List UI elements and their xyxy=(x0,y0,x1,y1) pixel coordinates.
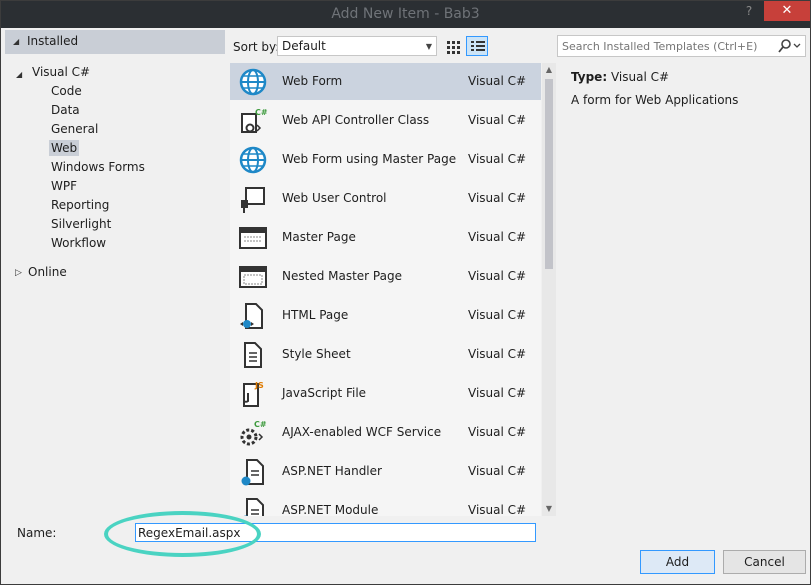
globe-icon xyxy=(239,68,267,96)
tree-item-data[interactable]: Data xyxy=(51,101,80,120)
user-control-icon xyxy=(241,187,265,213)
tree-item-installed[interactable]: Installed xyxy=(27,32,78,51)
list-item[interactable]: Web Form Visual C# xyxy=(230,63,541,100)
expand-arrow-icon[interactable]: ▷ xyxy=(15,268,22,278)
sort-label: Sort by: xyxy=(233,40,280,54)
tree-item-web[interactable]: Web xyxy=(49,139,80,158)
list-item[interactable]: Master Page Visual C# xyxy=(230,219,541,256)
template-description: A form for Web Applications xyxy=(571,93,739,107)
item-name: Web API Controller Class xyxy=(282,113,430,127)
item-name: JavaScript File xyxy=(282,386,367,400)
add-new-item-dialog: Add New Item - Bab3 ? ✕ ◢ Installed ◢ Vi… xyxy=(0,0,811,585)
collapse-arrow-icon[interactable]: ◢ xyxy=(13,37,19,46)
template-tree: ◢ Installed ◢ Visual C# Code Data Genera… xyxy=(5,30,225,516)
item-language: Visual C# xyxy=(468,230,527,244)
svg-text:C#: C# xyxy=(254,420,267,429)
search-icon[interactable] xyxy=(777,38,803,54)
name-label: Name: xyxy=(17,526,57,540)
tree-item-code[interactable]: Code xyxy=(51,82,82,101)
list-item[interactable]: ASP.NET Module Visual C# xyxy=(230,492,541,516)
item-language: Visual C# xyxy=(468,113,527,127)
list-scrollbar[interactable]: ▲ ▼ xyxy=(542,63,556,516)
item-name: Master Page xyxy=(282,230,356,244)
item-name: Style Sheet xyxy=(282,347,351,361)
master-page-icon xyxy=(239,227,267,249)
style-sheet-icon xyxy=(244,342,262,368)
javascript-file-icon: JS xyxy=(243,381,264,407)
item-name: ASP.NET Handler xyxy=(282,464,382,478)
close-button[interactable]: ✕ xyxy=(764,1,810,21)
search-box xyxy=(557,35,806,57)
sort-dropdown[interactable]: Default ▼ xyxy=(277,36,437,56)
list-item[interactable]: Style Sheet Visual C# xyxy=(230,336,541,373)
type-line: Type: Visual C# xyxy=(571,70,669,84)
scroll-down-icon[interactable]: ▼ xyxy=(542,502,556,516)
list-item[interactable]: ASP.NET Handler Visual C# xyxy=(230,453,541,490)
sort-bar: Sort by: Default ▼ xyxy=(229,32,549,60)
list-item[interactable]: Web User Control Visual C# xyxy=(230,180,541,217)
handler-icon xyxy=(241,459,264,486)
item-language: Visual C# xyxy=(468,464,527,478)
item-language: Visual C# xyxy=(468,425,527,439)
tree-header-installed[interactable]: ◢ Installed xyxy=(5,30,225,54)
sort-value: Default xyxy=(282,39,326,53)
item-name: Web User Control xyxy=(282,191,387,205)
item-name: Nested Master Page xyxy=(282,269,402,283)
module-icon xyxy=(243,498,264,516)
tree-item-silverlight[interactable]: Silverlight xyxy=(51,215,111,234)
item-name: AJAX-enabled WCF Service xyxy=(282,425,442,439)
type-label: Type: xyxy=(571,70,608,84)
template-list: Web Form Visual C# C# Web API Controller… xyxy=(230,63,541,516)
cancel-button[interactable]: Cancel xyxy=(723,550,806,574)
item-language: Visual C# xyxy=(468,269,527,283)
svg-text:JS: JS xyxy=(254,381,264,390)
list-item[interactable]: HTML Page Visual C# xyxy=(230,297,541,334)
list-item[interactable]: JS JavaScript File Visual C# xyxy=(230,375,541,412)
tree-item-visual-cs[interactable]: Visual C# xyxy=(32,63,90,82)
globe-icon xyxy=(239,146,267,174)
tree-item-wpf[interactable]: WPF xyxy=(51,177,77,196)
svg-text:C#: C# xyxy=(255,108,268,117)
wcf-service-icon: C# xyxy=(240,420,267,446)
item-name: Web Form xyxy=(282,74,343,88)
details-pane: Type: Visual C# A form for Web Applicati… xyxy=(558,63,808,516)
search-input[interactable] xyxy=(562,38,772,54)
grid-view-button[interactable] xyxy=(441,36,463,56)
add-button[interactable]: Add xyxy=(640,550,715,574)
tree-item-online[interactable]: Online xyxy=(28,263,67,282)
tree-item-workflow[interactable]: Workflow xyxy=(51,234,106,253)
item-language: Visual C# xyxy=(468,152,527,166)
item-name: Web Form using Master Page xyxy=(282,152,457,166)
item-language: Visual C# xyxy=(468,347,527,361)
item-language: Visual C# xyxy=(468,503,527,516)
scroll-up-icon[interactable]: ▲ xyxy=(542,63,556,77)
item-language: Visual C# xyxy=(468,191,527,205)
list-item[interactable]: Nested Master Page Visual C# xyxy=(230,258,541,295)
collapse-arrow-icon[interactable]: ◢ xyxy=(16,70,22,79)
tree-item-general[interactable]: General xyxy=(51,120,98,139)
html-page-icon xyxy=(240,303,263,329)
list-view-button[interactable] xyxy=(466,36,488,56)
type-value: Visual C# xyxy=(610,70,670,84)
item-name: ASP.NET Module xyxy=(282,503,379,516)
item-language: Visual C# xyxy=(468,74,527,88)
item-language: Visual C# xyxy=(468,386,527,400)
chevron-down-icon: ▼ xyxy=(425,42,432,51)
item-language: Visual C# xyxy=(468,308,527,322)
tree-item-reporting[interactable]: Reporting xyxy=(51,196,109,215)
help-button[interactable]: ? xyxy=(739,1,759,21)
window-title: Add New Item - Bab3 xyxy=(331,6,480,22)
scrollbar-thumb[interactable] xyxy=(545,79,553,269)
name-field[interactable] xyxy=(135,523,536,542)
list-item[interactable]: C# AJAX-enabled WCF Service Visual C# xyxy=(230,414,541,451)
list-item[interactable]: Web Form using Master Page Visual C# xyxy=(230,141,541,178)
title-bar: Add New Item - Bab3 ? ✕ xyxy=(1,1,810,28)
item-name: HTML Page xyxy=(282,308,349,322)
list-item[interactable]: C# Web API Controller Class Visual C# xyxy=(230,102,541,139)
api-controller-icon: C# xyxy=(241,108,268,133)
nested-master-page-icon xyxy=(239,266,267,288)
tree-item-windows-forms[interactable]: Windows Forms xyxy=(51,158,145,177)
